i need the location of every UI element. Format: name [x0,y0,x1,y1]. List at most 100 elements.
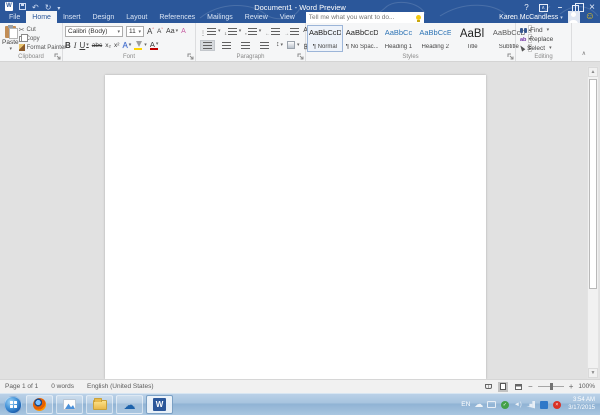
page-count[interactable]: Page 1 of 1 [5,383,38,390]
paste-label: Paste [2,39,19,46]
zoom-out-button[interactable]: − [528,383,533,391]
read-mode-button[interactable] [483,382,493,392]
multilevel-list-button[interactable] [245,22,261,40]
tab-insert[interactable]: Insert [57,11,87,23]
increase-indent-button[interactable] [284,22,299,40]
user-avatar[interactable] [568,11,580,23]
replace-button[interactable]: Replace [520,35,569,43]
find-binoculars-icon [520,28,523,33]
feedback-smiley-icon[interactable] [585,12,595,22]
font-dialog-launcher[interactable] [187,53,194,60]
document-page[interactable] [105,75,486,379]
line-spacing-button[interactable]: ↕ [276,41,283,49]
font-group-label: Font [63,54,195,60]
language-indicator[interactable]: EN [461,401,470,408]
ribbon: Paste Cut Copy Format Painter Clipboard [0,23,600,62]
tray-app-icon[interactable] [540,401,548,409]
shrink-font-button[interactable]: A [157,27,163,36]
text-highlight-button[interactable] [134,41,147,50]
align-left-button[interactable] [200,40,215,51]
bold-button[interactable]: B [65,41,71,50]
tray-network-icon[interactable] [526,401,535,409]
underline-button[interactable]: U [79,41,88,50]
tray-action-center-icon[interactable]: × [553,401,561,409]
zoom-slider-thumb[interactable] [550,383,553,390]
zoom-in-button[interactable]: + [569,383,574,391]
scroll-down-icon[interactable] [588,368,598,378]
strikethrough-button[interactable]: abc [92,41,102,50]
taskbar-explorer-button[interactable] [86,395,113,414]
style-normal[interactable]: AaBbCcDc ¶ Normal [307,25,343,52]
select-cursor-icon [519,44,526,51]
print-layout-button[interactable] [498,382,508,392]
signed-in-user[interactable]: Karen McCandless [499,14,563,21]
format-painter-button[interactable]: Format Painter [19,43,67,52]
language-status[interactable]: English (United States) [87,383,153,390]
bullet-list-icon [200,22,206,40]
clear-formatting-button[interactable]: A [181,27,186,36]
shading-button[interactable] [287,41,300,49]
select-button[interactable]: Select [520,44,569,52]
taskbar-word-button[interactable]: W [146,395,173,414]
tab-design[interactable]: Design [86,11,120,23]
find-button[interactable]: Find [520,26,569,34]
font-family-value: Calibri (Body) [68,28,107,35]
ribbon-spacer [572,23,600,61]
scrollbar-thumb[interactable] [589,79,597,289]
align-right-button[interactable] [238,40,253,51]
tray-volume-icon[interactable] [513,400,522,409]
taskbar-clock[interactable]: 3:54 AM 3/17/2015 [568,397,595,412]
decrease-indent-button[interactable] [265,22,280,40]
justify-button[interactable] [257,40,272,51]
text-effects-button[interactable]: A [122,41,131,50]
editing-group: Find Replace Select Editing [516,23,572,61]
tray-cloud-icon[interactable] [474,400,483,409]
paste-button[interactable]: Paste [2,25,19,52]
zoom-level[interactable]: 100% [578,383,595,390]
start-button[interactable] [4,396,22,414]
italic-button[interactable]: I [74,41,77,50]
taskbar-photos-button[interactable] [56,395,83,414]
tray-display-icon[interactable] [487,401,496,408]
paragraph-dialog-launcher[interactable] [297,53,304,60]
font-color-button[interactable]: A [150,41,159,50]
tell-me-box[interactable] [306,12,424,23]
copy-button[interactable]: Copy [19,34,67,43]
copy-icon [19,36,24,42]
style-heading-2[interactable]: AaBbCcE Heading 2 [417,25,453,52]
grow-font-button[interactable]: A [147,27,154,36]
vertical-scrollbar[interactable] [587,66,599,379]
system-tray: EN ✓ × 3:54 AM 3/17/2015 [461,397,598,412]
style-name: Title [466,44,477,50]
tab-file[interactable]: File [3,11,26,23]
style-heading-1[interactable]: AaBbCc Heading 1 [381,25,417,52]
superscript-button[interactable]: x² [114,41,119,50]
change-case-button[interactable]: Aa [166,27,178,36]
editing-group-label: Editing [516,54,571,60]
word-count[interactable]: 0 words [51,383,74,390]
tab-layout[interactable]: Layout [120,11,153,23]
collapse-ribbon-icon[interactable] [582,50,586,57]
tell-me-input[interactable] [309,14,416,21]
tray-security-icon[interactable]: ✓ [501,401,509,409]
clipboard-dialog-launcher[interactable] [54,53,61,60]
clock-time: 3:54 AM [568,397,595,405]
read-mode-icon [485,384,492,389]
subscript-button[interactable]: x₂ [105,41,111,50]
font-family-combobox[interactable]: Calibri (Body) [65,26,123,37]
styles-dialog-launcher[interactable] [507,53,514,60]
scroll-up-icon[interactable] [588,67,598,77]
bullets-button[interactable] [200,22,221,40]
numbering-button[interactable] [225,22,242,40]
style-title[interactable]: AaBl Title [454,25,490,52]
web-layout-button[interactable] [513,382,523,392]
taskbar-firefox-button[interactable] [26,395,53,414]
clock-date: 3/17/2015 [568,405,595,413]
font-size-combobox[interactable]: 11 [126,26,144,37]
align-center-button[interactable] [219,40,234,51]
zoom-slider[interactable] [538,386,564,387]
tab-home[interactable]: Home [26,11,57,23]
style-no-spacing[interactable]: AaBbCcDc ¶ No Spac... [344,25,380,52]
tab-references[interactable]: References [153,11,201,23]
taskbar-onedrive-button[interactable] [116,395,143,414]
